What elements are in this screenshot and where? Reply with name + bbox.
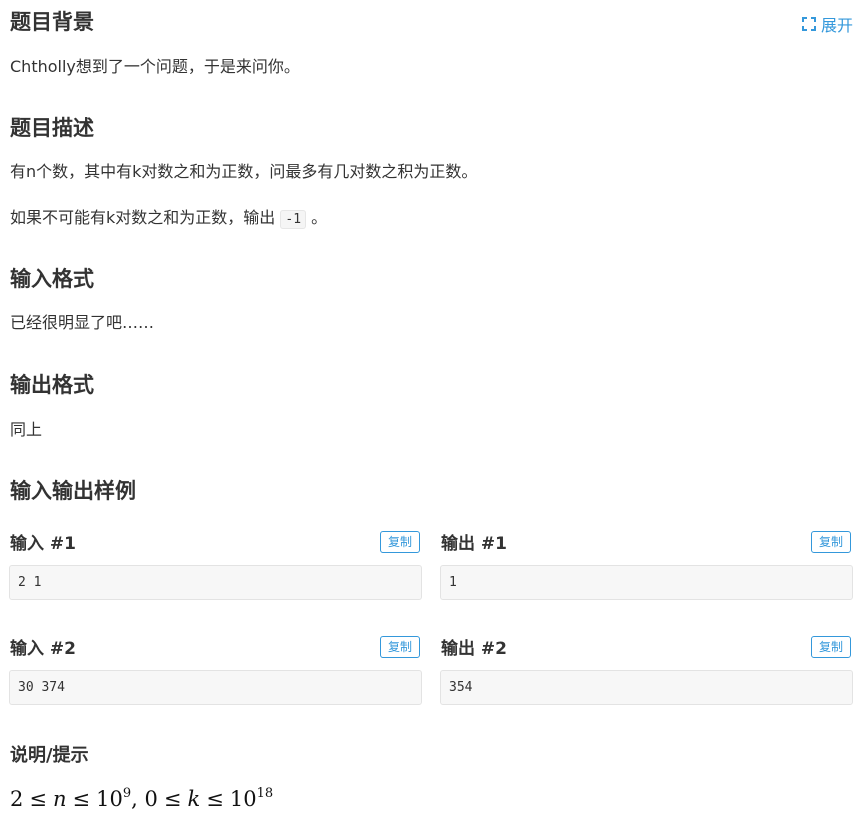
hint-heading: 说明/提示 [10,745,89,766]
copy-button[interactable]: 复制 [811,531,851,553]
sample-input-box[interactable]: 2 1 [9,565,422,600]
description-line1: 有n个数，其中有k对数之和为正数，问最多有几对数之积为正数。 [10,162,478,181]
math-leq: ≤ [206,787,224,811]
math-leq: ≤ [163,787,182,811]
problem-page: 展开 题目背景 Chtholly想到了一个问题，于是来问你。 题目描述 有n个数… [0,0,867,823]
math-leq: ≤ [72,787,91,811]
math-k: k [187,787,201,811]
description-line2-suffix: 。 [311,208,328,227]
inline-code: -1 [280,210,307,229]
hint-math: 2 ≤ n ≤109, 0 ≤ k ≤1018 [10,785,273,813]
math-comma: , [131,787,145,811]
sample-output-title: 输出 #2 [441,639,507,659]
math-n: n [52,787,67,811]
sample-output-box[interactable]: 1 [440,565,853,600]
math-a: 2 [10,787,24,811]
copy-button[interactable]: 复制 [811,636,851,658]
sample-input-box[interactable]: 30 374 [9,670,422,705]
expand-button[interactable]: 展开 [801,12,853,36]
math-c: 0 [144,787,158,811]
sample-output-title: 输出 #1 [441,534,507,554]
background-text: Chtholly想到了一个问题，于是来问你。 [10,57,300,76]
sample-output-box[interactable]: 354 [440,670,853,705]
copy-button[interactable]: 复制 [380,636,420,658]
description-line2: 如果不可能有k对数之和为正数，输出 -1 。 [10,207,327,231]
math-d: 10 [229,787,257,811]
math-b: 10 [96,787,123,811]
expand-label: 展开 [820,16,853,35]
expand-icon [801,17,816,31]
description-line2-prefix: 如果不可能有k对数之和为正数，输出 [10,208,276,227]
sample-input-title: 输入 #1 [10,534,76,554]
background-heading: 题目背景 [10,10,94,34]
copy-button[interactable]: 复制 [380,531,420,553]
math-leq: ≤ [29,787,47,811]
math-d-exp: 18 [256,786,274,801]
samples-heading: 输入输出样例 [10,479,136,503]
math-b-exp: 9 [122,786,132,801]
output-format-heading: 输出格式 [10,373,94,397]
input-format-text: 已经很明显了吧…… [10,313,155,332]
description-heading: 题目描述 [10,116,94,140]
sample-input-title: 输入 #2 [10,639,76,659]
input-format-heading: 输入格式 [10,267,94,291]
output-format-text: 同上 [10,420,43,439]
